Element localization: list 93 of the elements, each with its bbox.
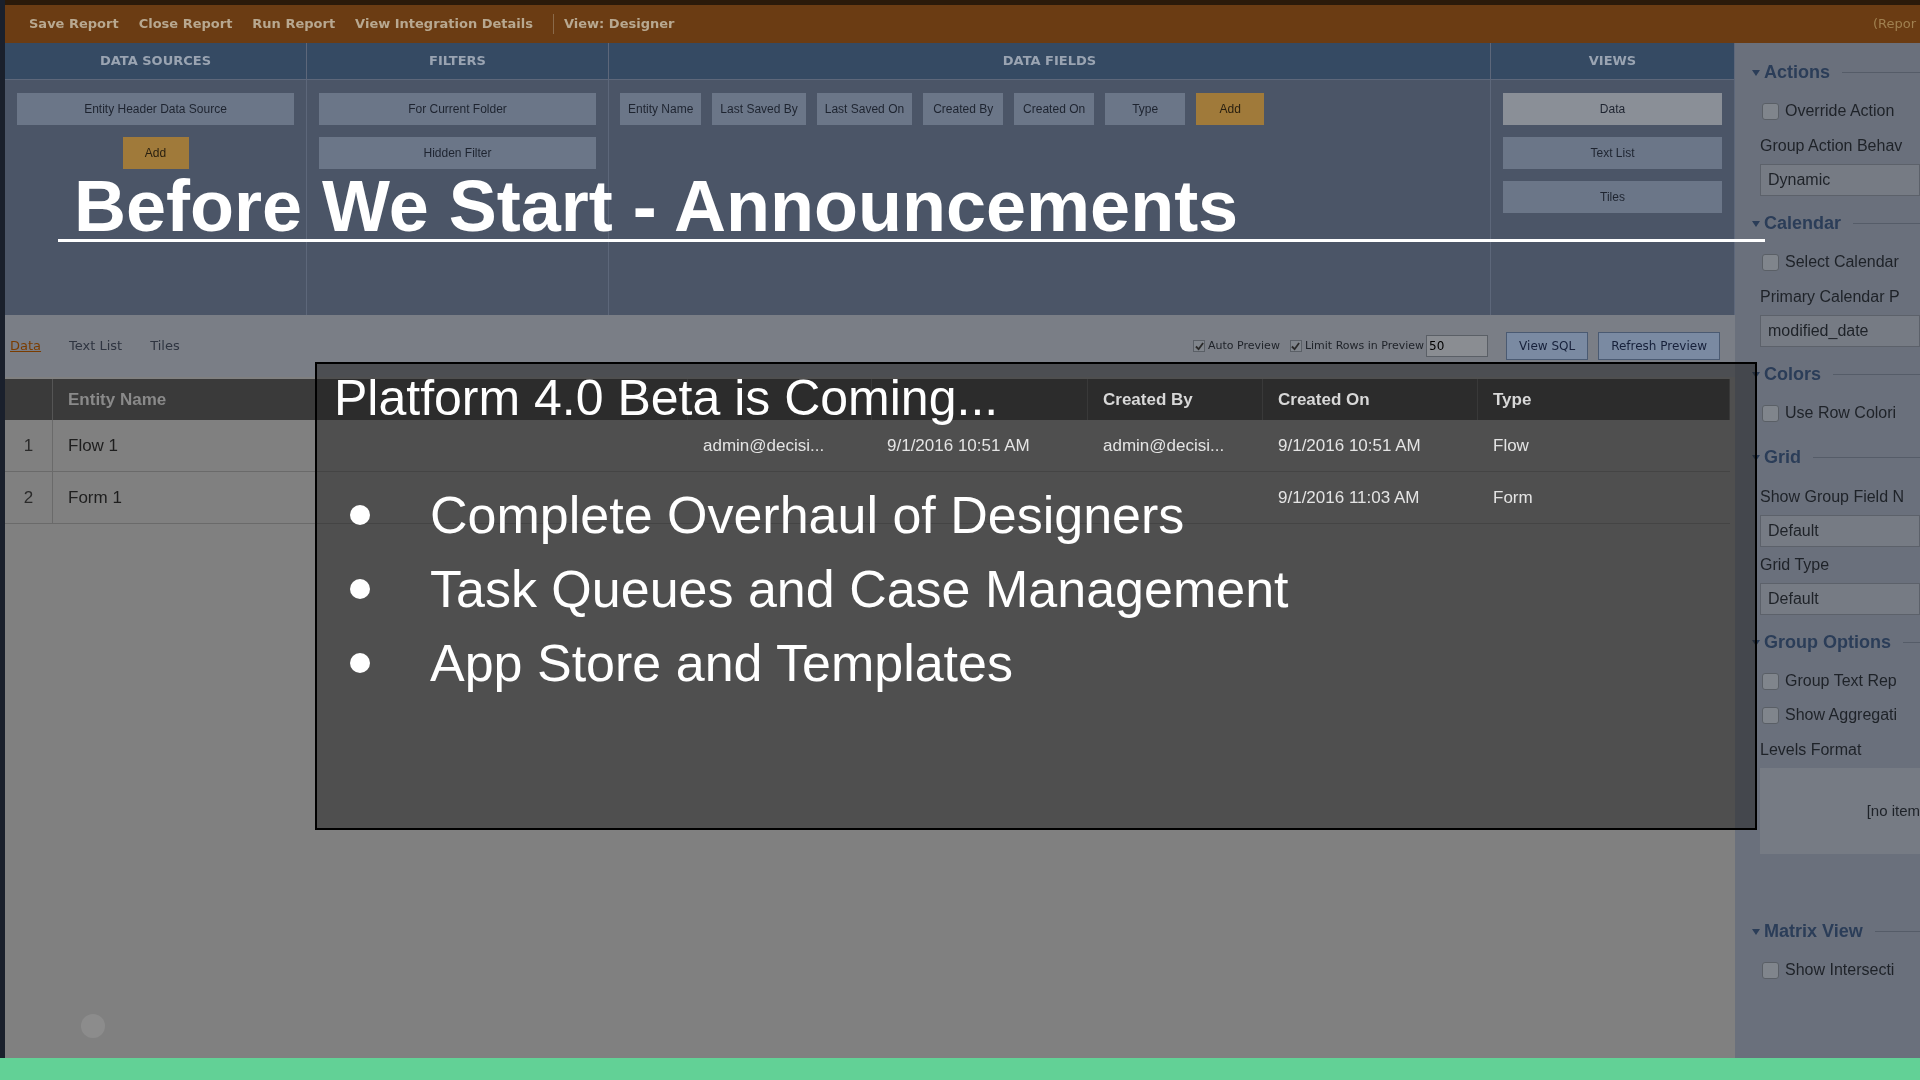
section-title: Group Options: [1764, 631, 1891, 654]
row-number: 2: [23, 486, 34, 509]
checkbox[interactable]: [1762, 253, 1779, 271]
caret-icon[interactable]: [1752, 219, 1760, 228]
field-label: Levels Format: [1760, 740, 1863, 760]
panel-header: VIEWS: [1491, 43, 1734, 80]
toolbar-link[interactable]: View Integration Details: [355, 14, 533, 34]
checkbox[interactable]: [1289, 340, 1302, 352]
field-chip[interactable]: Type: [1105, 93, 1186, 125]
table-cell-text: 9/1/2016 10:51 AM: [1278, 434, 1421, 457]
checkbox[interactable]: [1762, 672, 1779, 690]
table-cell-text: 9/1/2016 11:03 AM: [1278, 486, 1420, 509]
column-header[interactable]: Type: [1493, 386, 1532, 413]
field-chip[interactable]: Entity Name: [620, 93, 702, 125]
checkbox-label: Group Text Rep: [1785, 671, 1897, 691]
checkbox-label: Select Calendar: [1785, 252, 1899, 272]
item-button[interactable]: Data: [1503, 93, 1722, 125]
select-field[interactable]: modified_date: [1760, 315, 1920, 347]
item-button[interactable]: Tiles: [1503, 181, 1722, 213]
table-cell-text: 9/1/2016 10:51 AM: [887, 434, 1030, 457]
row-number: 1: [23, 434, 34, 457]
checkbox-label: Show Intersecti: [1785, 960, 1895, 980]
checkbox-label: Limit Rows in Preview: [1304, 337, 1425, 354]
checkbox[interactable]: [1762, 961, 1779, 979]
bullet-text: Task Queues and Case Management: [430, 559, 1289, 619]
table-cell-text: admin@decisi...: [703, 434, 825, 457]
field-label: Show Group Field N: [1760, 487, 1906, 507]
announcement-heading: Platform 4.0 Beta is Coming...: [334, 369, 999, 428]
field-chip[interactable]: Created On: [1014, 93, 1095, 125]
caret-icon[interactable]: [1752, 927, 1760, 936]
column-header[interactable]: Entity Name: [68, 386, 167, 413]
bullet-icon: [350, 653, 370, 673]
checkbox-label: Show Aggregati: [1785, 705, 1898, 725]
bullet-icon: [350, 579, 370, 599]
field-chip[interactable]: Last Saved On: [816, 93, 913, 125]
table-cell-text: Form: [1493, 486, 1533, 509]
checkbox-label: Override Action: [1785, 101, 1895, 121]
table-cell-text: Flow 1: [68, 434, 119, 457]
column-header[interactable]: Created By: [1103, 386, 1193, 413]
select-field[interactable]: Default: [1760, 583, 1920, 615]
field-chip[interactable]: Last Saved By: [712, 93, 806, 125]
field-label: Grid Type: [1760, 555, 1831, 575]
field-chip[interactable]: Created By: [923, 93, 1004, 125]
slide-title: Before We Start - Announcements: [74, 174, 1239, 238]
checkbox-label: Auto Preview: [1208, 337, 1280, 354]
checkbox[interactable]: [1762, 404, 1779, 422]
preview-tab[interactable]: Tiles: [150, 336, 180, 356]
item-button[interactable]: For Current Folder: [319, 93, 596, 125]
toolbar-text: (Repor: [1872, 15, 1916, 34]
panel-header: FILTERS: [307, 43, 608, 80]
checkmark-icon: [1291, 341, 1301, 351]
table-cell-text: admin@decisi...: [1103, 434, 1225, 457]
list-box[interactable]: [no item: [1760, 768, 1920, 854]
preview-button[interactable]: Refresh Preview: [1598, 332, 1720, 360]
item-button[interactable]: Hidden Filter: [319, 137, 596, 169]
caret-icon[interactable]: [1752, 370, 1760, 379]
add-button[interactable]: Add: [1196, 93, 1265, 125]
caret-icon[interactable]: [1752, 638, 1760, 647]
section-title: Grid: [1764, 446, 1801, 469]
section-title: Colors: [1764, 363, 1821, 386]
row-limit-field[interactable]: 50: [1426, 335, 1489, 357]
checkbox[interactable]: [1193, 340, 1206, 352]
checkmark-icon: [1194, 341, 1204, 351]
field-label: Primary Calendar P: [1760, 287, 1901, 307]
select-field[interactable]: Dynamic: [1760, 164, 1920, 196]
bullet-text: App Store and Templates: [430, 633, 1013, 693]
toolbar-link[interactable]: Close Report: [138, 14, 233, 34]
item-button[interactable]: Entity Header Data Source: [17, 93, 294, 125]
section-title: Actions: [1764, 61, 1830, 84]
section-title: Calendar: [1764, 212, 1842, 235]
select-field[interactable]: Default: [1760, 515, 1920, 547]
preview-button[interactable]: View SQL: [1506, 332, 1589, 360]
column-header[interactable]: Created On: [1278, 386, 1370, 413]
item-button[interactable]: Text List: [1503, 137, 1722, 169]
toolbar-link[interactable]: Run Report: [252, 14, 336, 34]
preview-tab[interactable]: Data: [10, 336, 42, 356]
section-title: Matrix View: [1764, 920, 1863, 943]
checkbox-label: Use Row Colori: [1785, 403, 1897, 423]
bullet-icon: [350, 505, 370, 525]
checkbox[interactable]: [1762, 706, 1779, 724]
panel-header: DATA SOURCES: [5, 43, 306, 80]
panel-header: DATA FIELDS: [609, 43, 1490, 80]
preview-tab[interactable]: Text List: [69, 336, 123, 356]
caret-icon[interactable]: [1752, 68, 1760, 77]
table-cell-text: Form 1: [68, 486, 122, 509]
caret-icon[interactable]: [1752, 453, 1760, 462]
view-mode-link[interactable]: View: Designer: [564, 14, 675, 34]
field-label: Group Action Behav: [1760, 136, 1904, 156]
bullet-text: Complete Overhaul of Designers: [430, 485, 1185, 545]
add-button[interactable]: Add: [122, 137, 189, 169]
table-cell-text: Flow: [1493, 434, 1529, 457]
checkbox[interactable]: [1762, 102, 1779, 120]
toolbar-link[interactable]: Save Report: [29, 14, 119, 34]
